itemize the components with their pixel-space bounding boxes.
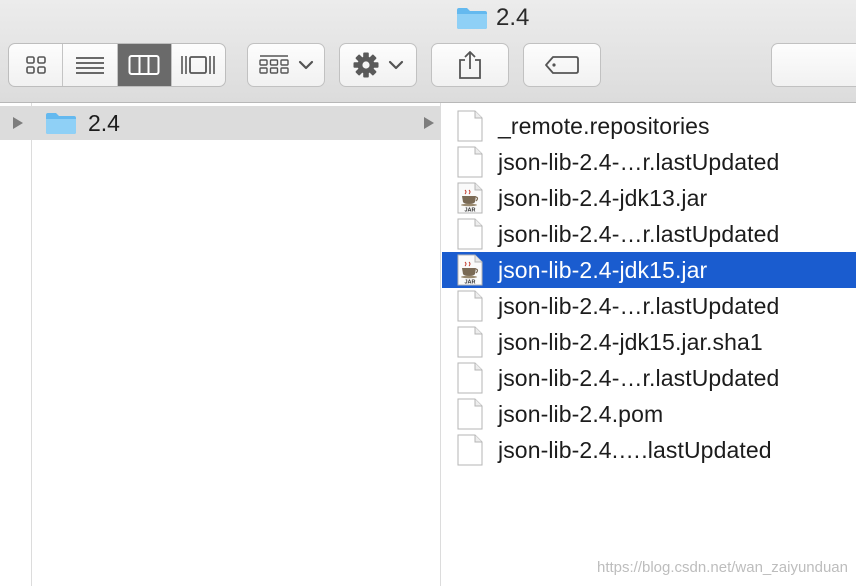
window-title: 2.4 [456, 4, 529, 32]
search-field[interactable] [771, 43, 856, 87]
group-by-button[interactable] [247, 43, 325, 87]
file-name: json-lib-2.4-…r.lastUpdated [498, 292, 780, 319]
column-view-button[interactable] [117, 44, 172, 86]
file-row[interactable]: json-lib-2.4.….lastUpdated [442, 432, 856, 468]
document-icon [457, 146, 483, 178]
folder-column[interactable] [32, 103, 441, 586]
file-name: json-lib-2.4-jdk15.jar.sha1 [498, 328, 763, 355]
document-icon [457, 290, 483, 322]
document-icon [457, 434, 483, 466]
document-icon [457, 326, 483, 358]
jar-file-icon: JAR [457, 254, 483, 286]
list-view-button[interactable] [63, 44, 118, 86]
jar-badge: JAR [464, 208, 475, 214]
folder-icon [46, 113, 76, 134]
document-icon [457, 110, 483, 142]
document-icon [457, 218, 483, 250]
share-icon [459, 51, 481, 79]
coverflow-icon [181, 56, 216, 74]
file-name: json-lib-2.4-jdk13.jar [498, 184, 708, 211]
chevron-down-icon [298, 60, 313, 70]
file-row[interactable]: json-lib-2.4-…r.lastUpdated [442, 144, 856, 180]
file-name: json-lib-2.4-…r.lastUpdated [498, 220, 780, 247]
gear-icon [353, 52, 379, 78]
grid-icon [25, 56, 46, 74]
jar-file-icon: JAR [457, 182, 483, 214]
tag-button[interactable] [523, 43, 601, 87]
file-row[interactable]: json-lib-2.4-…r.lastUpdated [442, 288, 856, 324]
file-row[interactable]: _remote.repositories [442, 108, 856, 144]
list-icon [75, 57, 104, 74]
disclosure-triangle-icon [424, 117, 434, 129]
window-title-text: 2.4 [496, 4, 530, 31]
jar-badge: JAR [464, 280, 475, 286]
chevron-down-icon [388, 60, 404, 70]
file-name: _remote.repositories [498, 112, 710, 139]
document-icon [457, 398, 483, 430]
document-icon [457, 362, 483, 394]
icon-view-button[interactable] [9, 44, 64, 86]
file-row[interactable]: json-lib-2.4-jdk15.jar.sha1 [442, 324, 856, 360]
file-row[interactable]: json-lib-2.4.pom [442, 396, 856, 432]
files-column[interactable]: _remote.repositories json-lib-2.4-…r.last… [441, 103, 856, 586]
file-name: json-lib-2.4-jdk15.jar [498, 256, 708, 283]
file-row[interactable]: JAR json-lib-2.4-jdk13.jar [442, 180, 856, 216]
gallery-view-button[interactable] [172, 44, 225, 86]
folder-name: 2.4 [88, 110, 120, 136]
share-button[interactable] [431, 43, 509, 87]
parent-column[interactable] [0, 103, 32, 586]
watermark: https://blog.csdn.net/wan_zaiyunduan [596, 559, 848, 576]
columns-icon [128, 55, 160, 75]
view-mode-control[interactable] [8, 43, 226, 87]
action-button[interactable] [339, 43, 417, 87]
file-name: json-lib-2.4-…r.lastUpdated [498, 364, 780, 391]
group-by-icon [258, 55, 289, 74]
tag-icon [545, 56, 579, 74]
file-name: json-lib-2.4.….lastUpdated [498, 436, 772, 463]
file-row[interactable]: JAR json-lib-2.4-jdk15.jar [442, 252, 856, 288]
file-row[interactable]: json-lib-2.4-…r.lastUpdated [442, 216, 856, 252]
file-row[interactable]: json-lib-2.4-…r.lastUpdated [442, 360, 856, 396]
file-name: json-lib-2.4.pom [498, 400, 664, 427]
file-name: json-lib-2.4-…r.lastUpdated [498, 148, 780, 175]
folder-icon [457, 8, 487, 29]
toolbar: 2.4 [0, 0, 856, 103]
disclosure-triangle-icon [13, 117, 23, 129]
